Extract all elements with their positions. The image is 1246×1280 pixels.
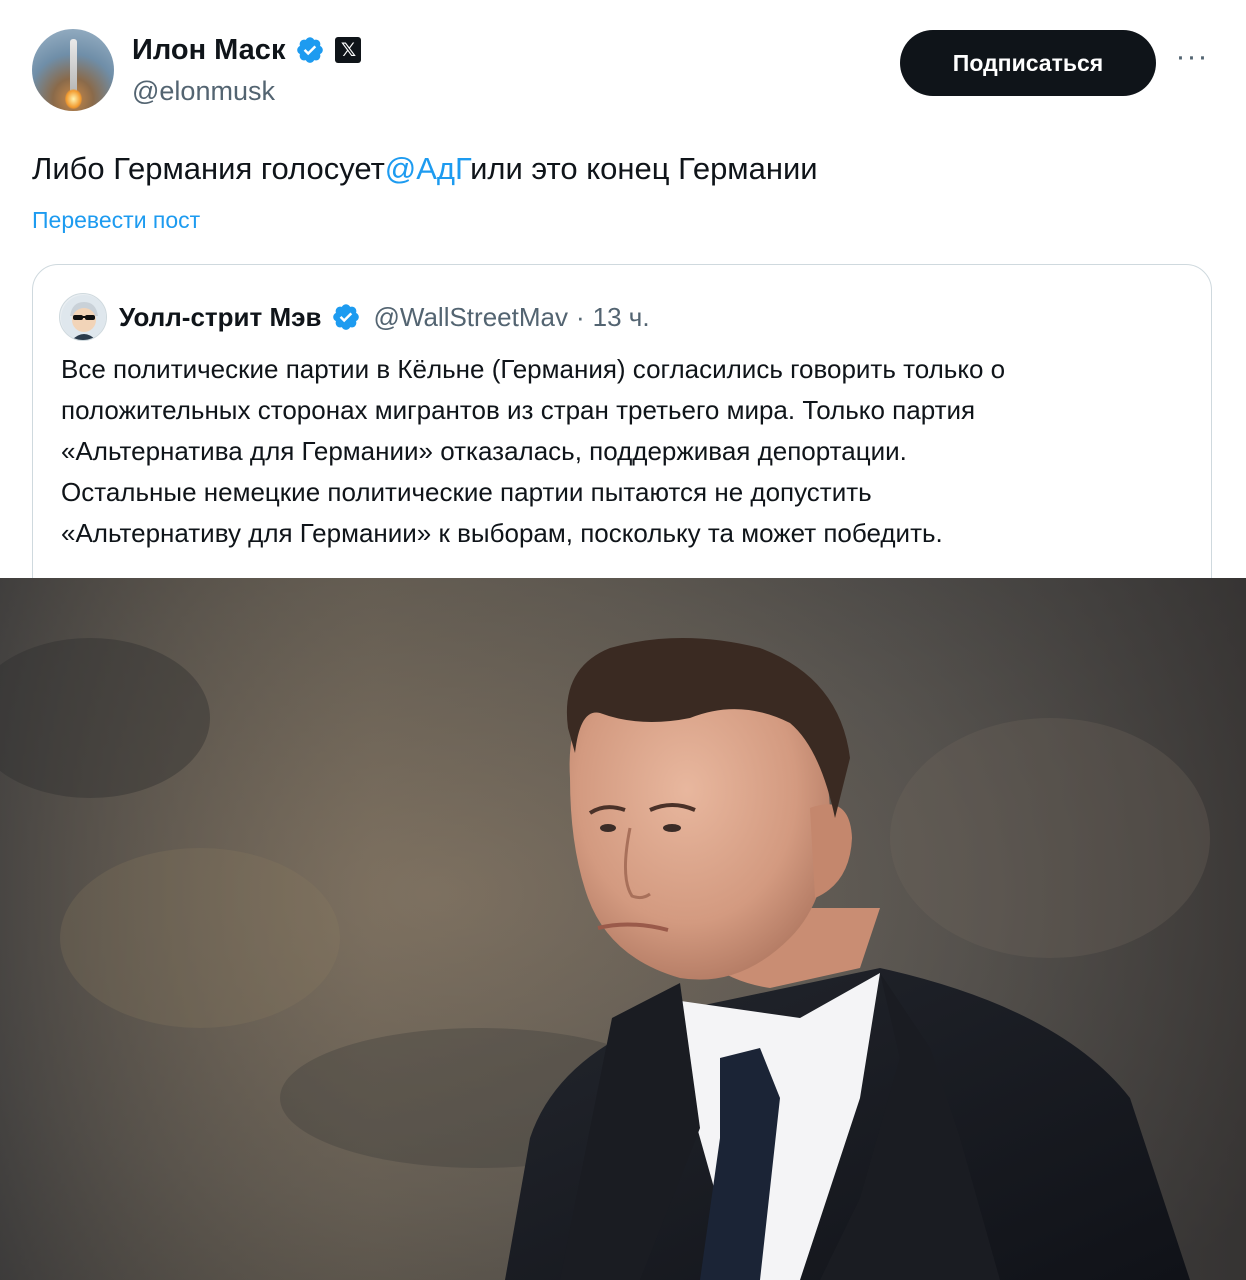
rocket-flame [65, 89, 82, 109]
x-logo-icon: 𝕏 [335, 37, 362, 63]
rocket-icon [70, 39, 77, 91]
quoted-text-line: «Альтернативу для Германии» к выборам, п… [61, 518, 943, 548]
author-avatar[interactable] [32, 29, 114, 111]
tweet: Илон Маск 𝕏 @elonmusk Подписаться ··· Ли… [0, 0, 1246, 624]
mention-link[interactable]: @АдГ [385, 151, 470, 186]
quoted-text-line: «Альтернатива для Германии» отказалась, … [61, 436, 907, 466]
tweet-text: Либо Германия голосует@АдГили это конец … [32, 151, 818, 187]
quoted-text: Все политические партии в Кёльне (Герман… [61, 349, 1191, 554]
author-handle[interactable]: @elonmusk [132, 76, 275, 107]
quoted-tweet[interactable]: Уолл-стрит Мэв @WallStreetMav · 13 ч. Вс… [32, 264, 1212, 624]
portrait-illustration [0, 578, 1246, 1280]
quoted-text-line: Остальные немецкие политические партии п… [61, 477, 872, 507]
portrait-photo [0, 578, 1246, 1280]
author-name[interactable]: Илон Маск [132, 34, 285, 67]
verified-badge-icon [333, 304, 360, 330]
quoted-header: Уолл-стрит Мэв @WallStreetMav · 13 ч. [119, 295, 650, 339]
author-name-row: Илон Маск 𝕏 [132, 30, 362, 70]
quoted-author-name[interactable]: Уолл-стрит Мэв [119, 302, 321, 333]
quoted-author-avatar[interactable] [59, 293, 107, 341]
quoted-timestamp[interactable]: 13 ч. [593, 302, 650, 333]
follow-button[interactable]: Подписаться [900, 30, 1156, 96]
cartoon-face-icon [61, 295, 106, 340]
tweet-text-before: Либо Германия голосует [32, 151, 385, 186]
quoted-author-handle[interactable]: @WallStreetMav [373, 302, 567, 333]
translate-post-link[interactable]: Перевести пост [32, 207, 200, 234]
more-dots-icon[interactable]: ··· [1172, 42, 1212, 80]
quoted-separator: · [575, 301, 585, 332]
verified-badge-icon [297, 37, 324, 63]
quoted-text-line: Все политические партии в Кёльне (Герман… [61, 354, 1006, 384]
quoted-text-line: положительных сторонах мигрантов из стра… [61, 395, 976, 425]
tweet-text-after: или это конец Германии [470, 151, 818, 186]
